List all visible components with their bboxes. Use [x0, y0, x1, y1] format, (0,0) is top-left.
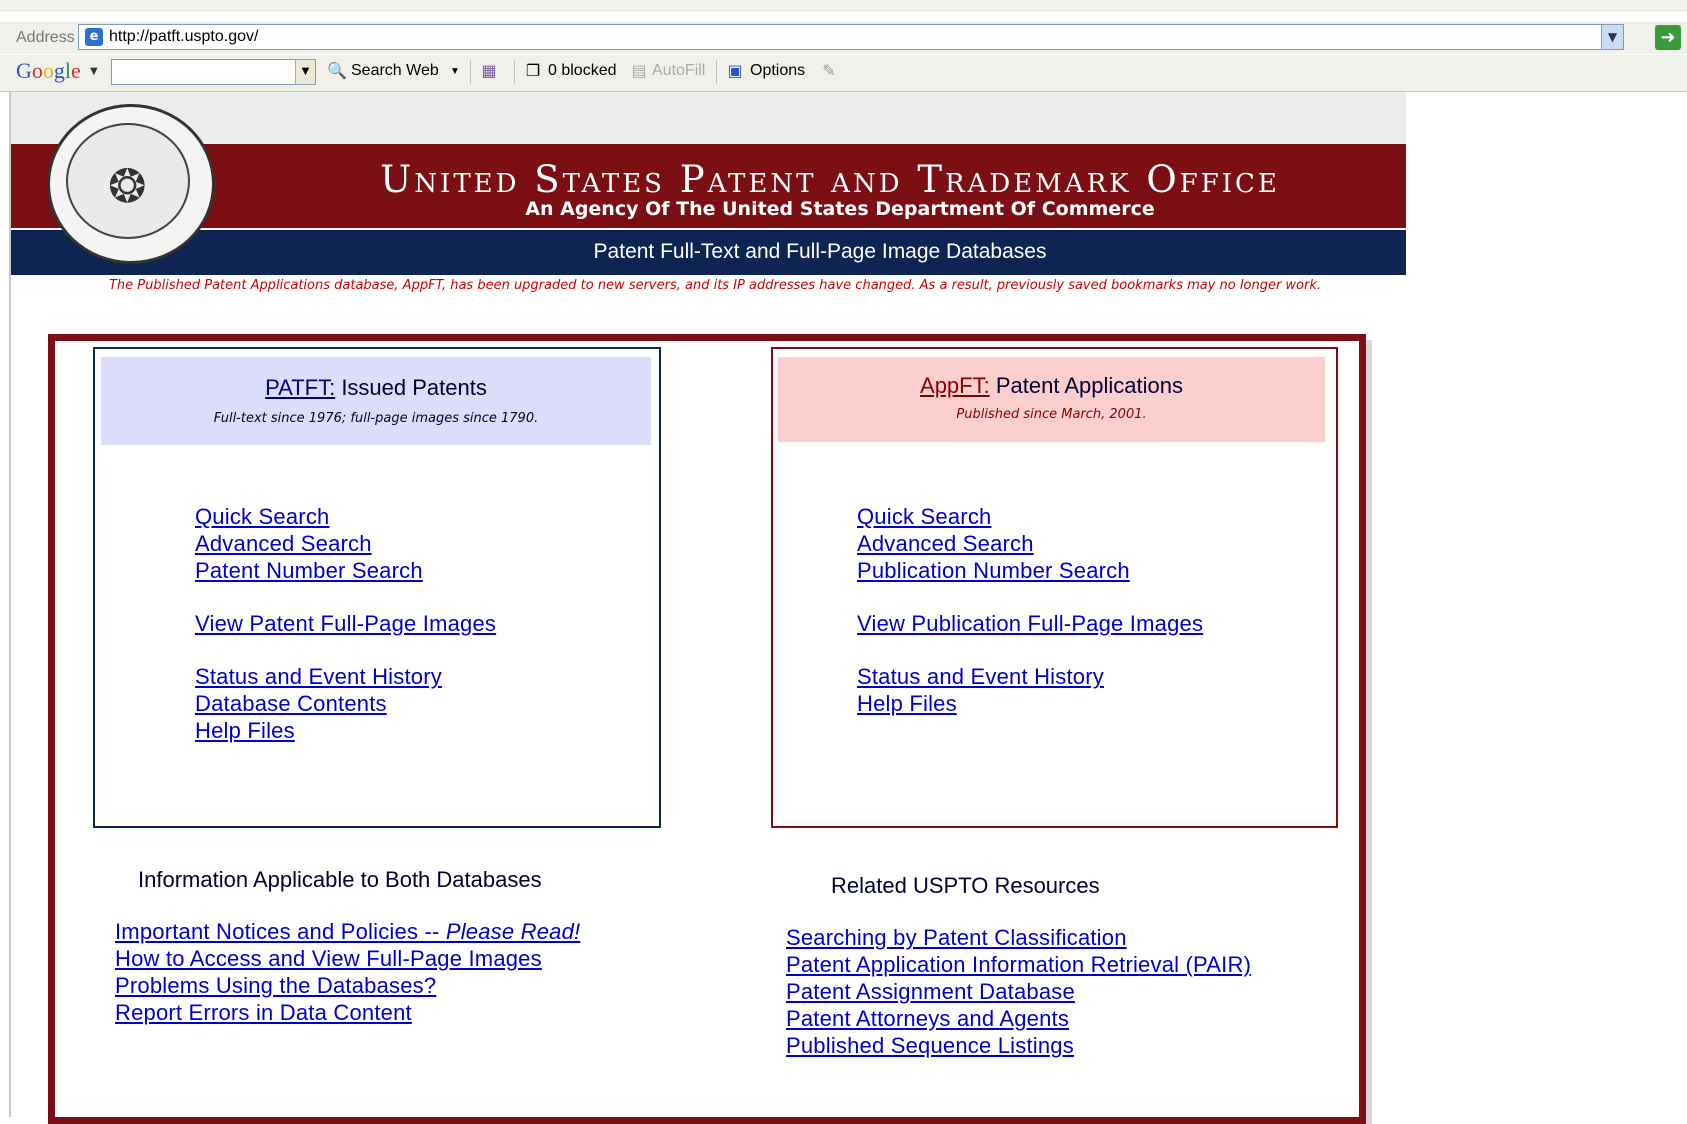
- patft-panel-title: PATFT: Issued Patents: [101, 375, 651, 401]
- google-search-input[interactable]: ▼: [111, 59, 316, 85]
- patft-status-history-link[interactable]: Status and Event History: [195, 664, 442, 690]
- autofill-button[interactable]: AutoFill: [652, 62, 705, 80]
- problems-using-databases-link[interactable]: Problems Using the Databases?: [115, 973, 436, 999]
- toolbar-separator: [716, 60, 717, 84]
- patent-classification-link[interactable]: Searching by Patent Classification: [786, 925, 1127, 951]
- appft-quick-search-link[interactable]: Quick Search: [857, 504, 991, 530]
- search-dropdown-icon[interactable]: ▼: [295, 60, 315, 84]
- site-title: United States Patent and Trademark Offic…: [380, 158, 1280, 201]
- database-title: Patent Full-Text and Full-Page Image Dat…: [593, 240, 1047, 263]
- address-dropdown-icon[interactable]: ▼: [1601, 25, 1623, 49]
- assignment-database-link[interactable]: Patent Assignment Database: [786, 979, 1075, 1005]
- how-to-access-images-link[interactable]: How to Access and View Full-Page Images: [115, 946, 542, 972]
- google-menu-caret-icon[interactable]: ▼: [90, 66, 98, 77]
- eagle-icon: ❂: [108, 159, 147, 213]
- browser-top-strip: [0, 0, 1687, 11]
- patft-title-text: Issued Patents: [335, 375, 487, 400]
- autofill-icon: ▤: [631, 61, 647, 80]
- uspto-seal-logo: ❂: [47, 104, 215, 264]
- binoculars-icon: 🔍: [327, 61, 347, 80]
- toolbar-separator: [514, 60, 515, 84]
- patft-advanced-search-link[interactable]: Advanced Search: [195, 531, 372, 557]
- appft-link[interactable]: AppFT:: [920, 373, 990, 398]
- patft-quick-search-link[interactable]: Quick Search: [195, 504, 329, 530]
- address-label: Address: [16, 29, 75, 46]
- upgrade-notice: The Published Patent Applications databa…: [108, 278, 1322, 293]
- important-notices-link[interactable]: Important Notices and Policies -- Please…: [115, 919, 580, 945]
- appft-view-images-link[interactable]: View Publication Full-Page Images: [857, 611, 1203, 637]
- options-button[interactable]: Options: [750, 62, 805, 80]
- options-icon: ▣: [727, 61, 743, 80]
- popup-blocked-count[interactable]: 0 blocked: [548, 62, 617, 80]
- pair-link[interactable]: Patent Application Information Retrieval…: [786, 952, 1251, 978]
- search-web-button[interactable]: Search Web: [351, 62, 439, 80]
- please-read-text: Please Read!: [445, 919, 581, 944]
- sequence-listings-link[interactable]: Published Sequence Listings: [786, 1033, 1074, 1059]
- popup-blocker-icon: ❐: [525, 61, 541, 80]
- info-section-title: Information Applicable to Both Databases: [138, 867, 542, 892]
- patft-link[interactable]: PATFT:: [265, 375, 335, 400]
- related-section-title: Related USPTO Resources: [831, 873, 1100, 898]
- report-errors-link[interactable]: Report Errors in Data Content: [115, 1000, 412, 1026]
- appft-panel-header: AppFT: Patent Applications Published sin…: [778, 357, 1325, 442]
- search-web-caret-icon[interactable]: ▼: [450, 66, 460, 77]
- pencil-icon[interactable]: ✎: [818, 60, 840, 82]
- patft-panel-subtitle: Full-text since 1976; full-page images s…: [213, 411, 539, 426]
- appft-panel-title: AppFT: Patent Applications: [778, 373, 1325, 399]
- appft-publication-number-search-link[interactable]: Publication Number Search: [857, 558, 1130, 584]
- address-input[interactable]: e http://patft.uspto.gov/ ▼: [78, 24, 1624, 50]
- header-top-band: [11, 92, 1406, 144]
- appft-title-text: Patent Applications: [989, 373, 1183, 398]
- toolbar-separator: [470, 60, 471, 84]
- patft-view-images-link[interactable]: View Patent Full-Page Images: [195, 611, 496, 637]
- patft-number-search-link[interactable]: Patent Number Search: [195, 558, 423, 584]
- important-notices-text: Important Notices and Policies --: [115, 919, 446, 944]
- appft-advanced-search-link[interactable]: Advanced Search: [857, 531, 1034, 557]
- patft-database-contents-link[interactable]: Database Contents: [195, 691, 387, 717]
- appft-status-history-link[interactable]: Status and Event History: [857, 664, 1104, 690]
- ie-page-icon: e: [85, 28, 103, 46]
- appft-panel-subtitle: Published since March, 2001.: [956, 407, 1147, 422]
- site-subtitle: An Agency Of The United States Departmen…: [525, 198, 1155, 220]
- address-url[interactable]: http://patft.uspto.gov/: [109, 28, 258, 46]
- patft-help-files-link[interactable]: Help Files: [195, 718, 295, 744]
- seal-inner-ring: ❂: [66, 123, 190, 239]
- appft-help-files-link[interactable]: Help Files: [857, 691, 957, 717]
- attorneys-agents-link[interactable]: Patent Attorneys and Agents: [786, 1006, 1069, 1032]
- patft-panel-header: PATFT: Issued Patents Full-text since 19…: [101, 357, 651, 445]
- pagerank-icon[interactable]: ▦: [478, 60, 500, 82]
- go-arrow-icon[interactable]: ➜: [1655, 25, 1681, 50]
- google-logo[interactable]: Google: [16, 58, 81, 84]
